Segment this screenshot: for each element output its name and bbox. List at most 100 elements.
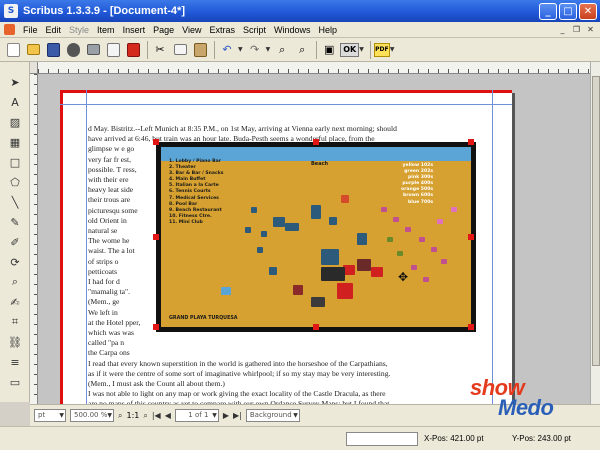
zoom-in-icon[interactable]: ⌕	[273, 41, 291, 59]
frame-handle-bottom-right[interactable]	[468, 324, 474, 330]
map-building	[269, 267, 277, 275]
export-pdf-icon[interactable]	[124, 41, 142, 59]
map-building	[405, 227, 411, 232]
preview-mode-icon[interactable]: ▣	[320, 41, 338, 59]
document-canvas[interactable]: d May. Bistritz.--Left Munich at 8:35 P.…	[38, 74, 590, 404]
document-window-icon[interactable]	[4, 24, 15, 35]
zoom-select[interactable]: 500.00 % ▼	[70, 409, 114, 422]
eyedropper-icon[interactable]: ⌗	[7, 314, 23, 330]
line-icon[interactable]: ╲	[7, 194, 23, 210]
map-building	[419, 237, 425, 242]
menu-script[interactable]: Script	[239, 25, 270, 35]
text-frame-icon[interactable]: A	[7, 94, 23, 110]
undo-dropdown-icon[interactable]: ▼	[238, 46, 243, 53]
redo-icon[interactable]: ↷	[246, 41, 264, 59]
frame-handle-top-left[interactable]	[153, 139, 159, 145]
menu-view[interactable]: View	[178, 25, 205, 35]
menu-page[interactable]: Page	[149, 25, 178, 35]
new-document-icon[interactable]	[4, 41, 22, 59]
paste-icon[interactable]	[191, 41, 209, 59]
print-icon[interactable]	[84, 41, 102, 59]
unlink-frames-icon[interactable]: ≡	[7, 354, 23, 370]
vertical-ruler[interactable]	[30, 74, 38, 404]
menu-style[interactable]: Style	[65, 25, 93, 35]
close-button[interactable]: ✕	[579, 2, 597, 20]
prev-page-icon[interactable]: ◀	[165, 411, 171, 420]
doc-close-icon[interactable]: ✕	[585, 25, 596, 35]
close-document-icon[interactable]	[64, 41, 82, 59]
bezier-icon[interactable]: ✎	[7, 214, 23, 230]
map-building	[437, 219, 443, 224]
x-position: X-Pos: 421.00 pt	[424, 434, 484, 443]
menu-insert[interactable]: Insert	[119, 25, 150, 35]
text-line: as if it were the centre of some sort of…	[88, 368, 391, 378]
zoom-icon[interactable]: ⌕	[7, 274, 23, 290]
document-page[interactable]: d May. Bistritz.--Left Munich at 8:35 P.…	[60, 90, 512, 404]
text-line: (Mem., I must ask the Count all about th…	[88, 379, 225, 389]
measure-icon[interactable]: ▭	[7, 374, 23, 390]
page-select[interactable]: 1 of 1 ▼	[174, 409, 219, 422]
map-building	[245, 227, 251, 233]
menu-help[interactable]: Help	[315, 25, 342, 35]
margin-guide-top	[60, 104, 512, 105]
copy-icon[interactable]	[171, 41, 189, 59]
ok-button[interactable]: OK	[340, 42, 360, 57]
image-frame[interactable]: Beach 1. Lobby / Piano Bar 2. Theater 3. B…	[153, 139, 476, 332]
save-icon[interactable]	[44, 41, 62, 59]
menu-edit[interactable]: Edit	[42, 25, 66, 35]
map-room-colors: yellow 102s green 202s pink 300s purple 400…	[401, 163, 433, 206]
preflight-check-icon[interactable]	[104, 41, 122, 59]
zoom-ratio[interactable]: 1:1	[126, 411, 139, 420]
pdf-dropdown-icon[interactable]: ▼	[390, 46, 395, 53]
layer-select[interactable]: Background ▼	[245, 409, 300, 422]
freehand-icon[interactable]: ✐	[7, 234, 23, 250]
frame-handle-top-right[interactable]	[468, 139, 474, 145]
unit-select[interactable]: pt ▼	[34, 409, 66, 422]
first-page-icon[interactable]: |◀	[152, 411, 161, 420]
last-page-icon[interactable]: ▶|	[233, 411, 242, 420]
shape-icon[interactable]: □	[7, 154, 23, 170]
text-line: the Carpa ons	[88, 348, 130, 358]
frame-handle-right[interactable]	[468, 234, 474, 240]
open-folder-icon[interactable]	[24, 41, 42, 59]
next-page-icon[interactable]: ▶	[223, 411, 229, 420]
maximize-button[interactable]: □	[559, 2, 577, 20]
menu-item[interactable]: Item	[93, 25, 119, 35]
table-icon[interactable]: ▦	[7, 134, 23, 150]
map-building	[221, 287, 231, 295]
frame-handle-left[interactable]	[153, 234, 159, 240]
zoom-out-button-icon[interactable]: ⌕	[143, 411, 147, 421]
ok-dropdown-icon[interactable]: ▼	[359, 46, 364, 53]
frame-handle-top[interactable]	[313, 139, 319, 145]
map-building	[337, 283, 353, 299]
frame-handle-bottom-left[interactable]	[153, 324, 159, 330]
select-pointer-icon[interactable]: ➤	[7, 74, 23, 90]
doc-restore-icon[interactable]: ❐	[571, 25, 582, 35]
scribus-app-icon[interactable]: S	[4, 4, 18, 18]
menu-file[interactable]: File	[19, 25, 42, 35]
scrollbar-thumb[interactable]	[592, 76, 600, 366]
image-frame-icon[interactable]: ▨	[7, 114, 23, 130]
zoom-button-icon[interactable]: ⌕	[118, 411, 122, 421]
undo-icon[interactable]: ↶	[218, 41, 236, 59]
vertical-scrollbar[interactable]	[590, 62, 600, 404]
link-frames-icon[interactable]: ⛓	[7, 334, 23, 350]
horizontal-ruler[interactable]	[38, 62, 590, 74]
ruler-corner[interactable]	[30, 62, 38, 74]
pdf-tools-icon[interactable]: PDF	[373, 42, 390, 57]
doc-minimize-icon[interactable]: _	[557, 25, 568, 35]
redo-dropdown-icon[interactable]: ▼	[266, 46, 271, 53]
frame-handle-bottom[interactable]	[313, 324, 319, 330]
rotate-icon[interactable]: ⟳	[7, 254, 23, 270]
y-position: Y-Pos: 243.00 pt	[512, 434, 571, 443]
edit-text-icon[interactable]: ✍	[7, 294, 23, 310]
polygon-icon[interactable]: ⬠	[7, 174, 23, 190]
zoom-out-icon[interactable]: ⌕	[293, 41, 311, 59]
minimize-button[interactable]: _	[539, 2, 557, 20]
map-building	[371, 267, 383, 277]
cut-icon[interactable]: ✂	[151, 41, 169, 59]
resort-map-image: Beach 1. Lobby / Piano Bar 2. Theater 3. B…	[161, 147, 471, 327]
menu-extras[interactable]: Extras	[205, 25, 239, 35]
map-building	[321, 267, 345, 281]
menu-windows[interactable]: Windows	[270, 25, 315, 35]
